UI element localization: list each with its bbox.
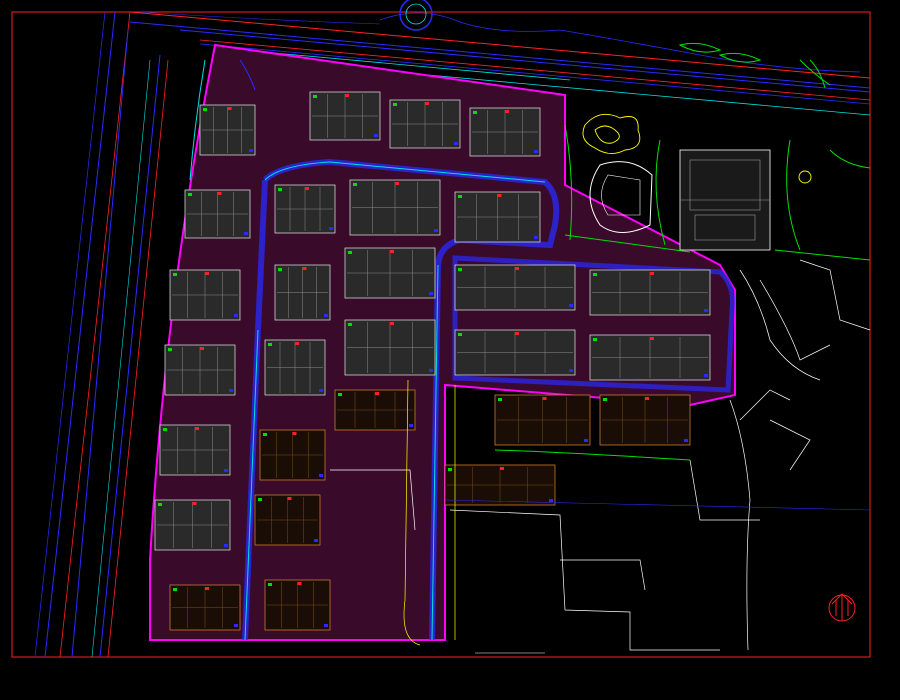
east-terrain <box>729 259 871 651</box>
round-planter <box>399 0 433 31</box>
north-arrow-icon <box>828 593 856 622</box>
east-building <box>679 149 771 251</box>
west-road <box>34 11 169 658</box>
site-plan-drawing <box>11 0 871 658</box>
